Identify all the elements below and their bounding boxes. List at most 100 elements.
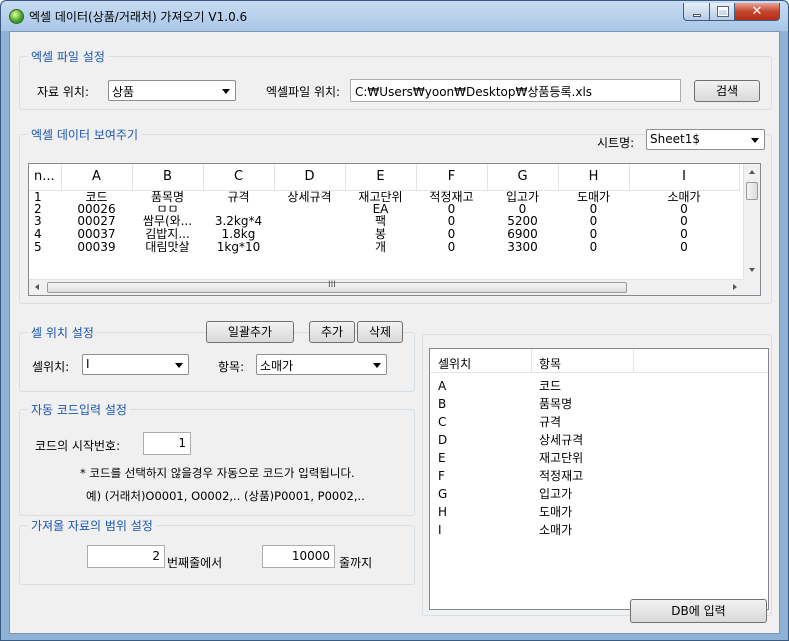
list-item-cell: E — [438, 451, 446, 465]
list-item-field: 입고가 — [539, 487, 573, 501]
search-button[interactable]: 검색 — [694, 80, 760, 102]
data-location-value: 상품 — [112, 85, 135, 99]
grid-cell: 김밥지... — [145, 227, 190, 242]
start-number-label: 코드의 시작번호: — [35, 439, 121, 453]
list-item[interactable]: 상세규격 — [539, 433, 583, 447]
scroll-left-icon[interactable] — [35, 284, 39, 290]
horizontal-scroll-thumb[interactable]: III — [47, 280, 627, 293]
table-row[interactable]: 2 00026 ㅁㅁ EA 0 0 0 0 — [29, 203, 739, 216]
col-header-i[interactable]: I — [629, 164, 740, 191]
col-header-d[interactable]: D — [274, 164, 346, 191]
list-item[interactable]: F — [438, 469, 445, 483]
grid-cell: 0 — [518, 201, 527, 216]
col-header-c[interactable]: C — [203, 164, 275, 191]
grid-header-row: n... A B C D E F G H I — [29, 164, 740, 191]
list-item[interactable]: E — [438, 451, 446, 465]
excel-data-grid[interactable]: n... A B C D E F G H I 1 코드 품목명 규격 상세규격 재고단위 적… — [28, 163, 761, 296]
delete-button[interactable]: 삭제 — [357, 321, 403, 343]
mapping-col-item[interactable]: 항목 — [539, 355, 561, 372]
list-item[interactable]: 소매가 — [539, 523, 572, 537]
list-item[interactable]: 코드 — [539, 379, 561, 393]
list-item-field: 코드 — [539, 379, 562, 393]
list-item-field: 규격 — [539, 415, 562, 429]
grid-cell: 입고가 — [505, 189, 540, 204]
scroll-right-icon[interactable] — [733, 284, 737, 290]
bulk-add-button[interactable]: 일괄추가 — [206, 321, 294, 343]
list-item[interactable]: 규격 — [539, 415, 561, 429]
list-item[interactable]: A — [438, 379, 446, 393]
title-bar[interactable]: 엑셀 데이터(상품/거래처) 가져오기 V1.0.6 ✕ — [1, 1, 788, 31]
grid-cell: 개 — [374, 239, 387, 254]
list-item[interactable]: 도매가 — [539, 505, 572, 519]
scroll-corner — [743, 279, 760, 295]
table-row[interactable]: 3 00027 쌈무(와... 3.2kg*4 팩 0 5200 0 0 — [29, 215, 739, 228]
table-row[interactable]: 1 코드 품목명 규격 상세규격 재고단위 적정재고 입고가 도매가 소매가 — [29, 190, 739, 203]
grid-cell: 3.2kg*4 — [214, 214, 263, 229]
col-header-n[interactable]: n... — [29, 164, 62, 191]
grid-cell: 0 — [589, 201, 598, 216]
list-item[interactable]: H — [438, 505, 447, 519]
list-item[interactable]: G — [438, 487, 447, 501]
range-from-value: 2 — [152, 549, 160, 563]
mapping-list-header: 셀위치 항목 — [430, 349, 768, 373]
grid-cell: 0 — [447, 239, 456, 254]
col-header-g[interactable]: G — [487, 164, 559, 191]
col-header-e[interactable]: E — [345, 164, 417, 191]
list-item[interactable]: C — [438, 415, 446, 429]
list-item[interactable]: 품목명 — [539, 397, 572, 411]
list-item[interactable]: 입고가 — [539, 487, 572, 501]
scroll-grip: III — [328, 280, 336, 290]
grid-cell — [203, 203, 274, 216]
file-path-label: 엑셀파일 위치: — [266, 85, 341, 99]
range-to-input[interactable]: 10000 — [262, 545, 335, 568]
list-item-field: 품목명 — [539, 397, 573, 411]
list-item[interactable]: 재고단위 — [539, 451, 583, 465]
maximize-button[interactable] — [709, 3, 735, 21]
start-number-input[interactable]: 1 — [143, 432, 191, 455]
db-insert-button[interactable]: DB에 입력 — [630, 599, 767, 623]
col-header-a[interactable]: A — [61, 164, 133, 191]
list-item-cell: D — [438, 433, 448, 447]
grid-horizontal-scrollbar[interactable]: III — [29, 279, 745, 295]
add-button[interactable]: 추가 — [309, 321, 355, 343]
grid-cell — [274, 240, 345, 253]
list-item[interactable]: 적정재고 — [539, 469, 583, 483]
list-item-field: 적정재고 — [539, 469, 584, 483]
list-item[interactable]: B — [438, 397, 446, 411]
list-item-cell: B — [438, 397, 447, 411]
range-from-input[interactable]: 2 — [87, 545, 165, 568]
grid-cell — [274, 203, 345, 216]
grid-cell — [274, 228, 345, 241]
list-item[interactable]: D — [438, 433, 447, 447]
close-button[interactable]: ✕ — [734, 3, 780, 21]
grid-cell: 00039 — [77, 239, 116, 254]
mapping-list[interactable]: 셀위치 항목 A 코드 B 품목명 C 규격 D 상세규격 E 재고단위 F 적… — [429, 348, 769, 610]
col-header-h[interactable]: H — [558, 164, 630, 191]
grid-cell: 1kg*10 — [216, 239, 261, 254]
sheet-select[interactable]: Sheet1$ — [646, 129, 765, 150]
grid-cell — [274, 215, 345, 228]
grid-cell: 상세규격 — [287, 189, 332, 204]
scroll-up-icon[interactable] — [749, 170, 755, 174]
col-header-b[interactable]: B — [132, 164, 204, 191]
vertical-scroll-thumb[interactable] — [746, 182, 758, 200]
data-location-select[interactable]: 상품 — [108, 80, 236, 101]
mapping-col-cell[interactable]: 셀위치 — [438, 355, 471, 372]
grid-cell: EA — [372, 201, 389, 216]
grid-cell: ㅁㅁ — [156, 201, 179, 216]
grid-vertical-scrollbar[interactable] — [743, 164, 760, 281]
scroll-down-icon[interactable] — [749, 268, 755, 272]
start-number-value: 1 — [178, 436, 186, 450]
minimize-button[interactable] — [683, 3, 710, 21]
grid-cell: 0 — [447, 214, 456, 229]
list-item[interactable]: I — [438, 523, 442, 537]
table-row[interactable]: 4 00037 김밥지... 1.8kg 봉 0 6900 0 0 — [29, 228, 739, 241]
column-divider — [633, 349, 634, 373]
cell-select[interactable]: I — [82, 354, 189, 375]
file-path-input[interactable]: C:₩Users₩yoon₩Desktop₩상품등록.xls — [350, 79, 681, 102]
table-row[interactable]: 5 00039 대림맛살 1kg*10 개 0 3300 0 0 — [29, 240, 739, 253]
grid-cell: 0 — [680, 201, 688, 216]
col-header-f[interactable]: F — [416, 164, 488, 191]
range-title: 가져올 자료의 범위 설정 — [28, 517, 156, 534]
item-select[interactable]: 소매가 — [256, 354, 387, 375]
